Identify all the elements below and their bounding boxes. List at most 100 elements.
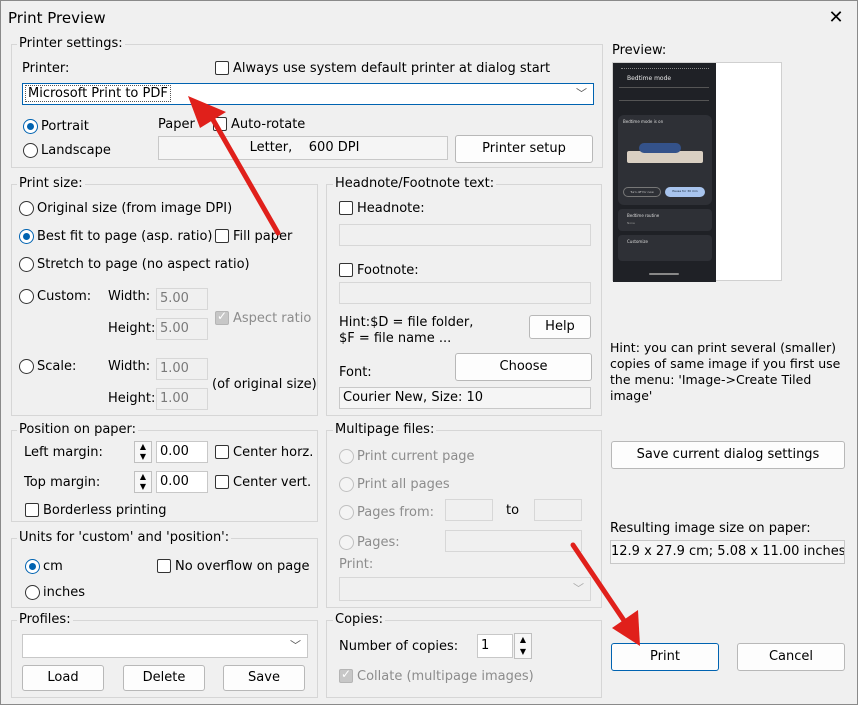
phone-nav-bar (649, 273, 679, 275)
borderless-label: Borderless printing (43, 503, 167, 518)
custom-height-label: Height: (108, 321, 156, 336)
top-margin-label: Top margin: (24, 475, 101, 490)
chevron-down-icon: ﹀ (290, 639, 301, 652)
fill-paper-label: Fill paper (233, 229, 293, 244)
footnote-checkbox[interactable] (339, 263, 353, 277)
scale-width-input[interactable]: 1.00 (156, 358, 208, 380)
top-margin-input[interactable]: 0.00 (156, 471, 208, 493)
to-label: to (506, 503, 520, 518)
help-button[interactable]: Help (529, 315, 591, 339)
window-title: Print Preview (8, 9, 106, 27)
pages-label: Pages: (357, 535, 400, 550)
center-horz-checkbox[interactable] (215, 445, 229, 459)
borderless-checkbox[interactable] (25, 503, 39, 517)
position-label: Position on paper: (17, 422, 139, 437)
pages-from-label: Pages from: (357, 505, 435, 520)
headnote-input[interactable] (339, 224, 591, 246)
no-overflow-label: No overflow on page (175, 559, 310, 574)
center-vert-checkbox[interactable] (215, 475, 229, 489)
cm-radio[interactable] (25, 559, 40, 574)
hint-line-1: Hint:$D = file folder, (339, 315, 474, 330)
phone-desc (619, 87, 709, 101)
paper-info-field: Letter, 600 DPI (158, 136, 448, 160)
choose-font-button[interactable]: Choose (455, 353, 592, 381)
custom-label: Custom: (37, 289, 92, 304)
profiles-select[interactable]: ﹀ (22, 634, 308, 658)
cm-label: cm (43, 559, 63, 574)
close-icon[interactable]: ✕ (822, 4, 850, 32)
chevron-down-icon: ﹀ (576, 87, 587, 100)
headnote-group-label: Headnote/Footnote text: (333, 176, 497, 191)
profiles-label: Profiles: (17, 612, 73, 627)
delete-button[interactable]: Delete (123, 665, 205, 691)
auto-rotate-checkbox[interactable] (213, 117, 227, 131)
of-original-label: (of original size) (212, 377, 317, 392)
original-size-radio[interactable] (19, 201, 34, 216)
printer-settings-label: Printer settings: (17, 36, 125, 51)
aspect-ratio-checkbox[interactable] (215, 309, 229, 325)
center-vert-label: Center vert. (233, 475, 312, 490)
landscape-label: Landscape (41, 143, 111, 158)
preview-hint: Hint: you can print several (smaller) co… (610, 340, 841, 403)
landscape-radio[interactable] (23, 143, 38, 158)
pages-radio[interactable] (339, 535, 354, 550)
printer-label: Printer: (22, 61, 70, 76)
top-margin-stepper[interactable]: ▲ ▼ (134, 471, 152, 493)
hint-line-2: $F = file name ... (339, 331, 452, 346)
pages-to-input[interactable] (534, 499, 582, 521)
collate-checkbox[interactable] (339, 667, 353, 683)
custom-width-input[interactable]: 5.00 (156, 288, 208, 310)
number-of-copies-input[interactable]: 1 (477, 634, 513, 658)
left-margin-input[interactable]: 0.00 (156, 441, 208, 463)
printer-select[interactable]: Microsoft Print to PDF ﹀ (22, 83, 594, 105)
collate-label: Collate (multipage images) (357, 669, 534, 684)
stretch-radio[interactable] (19, 257, 34, 272)
save-profile-button[interactable]: Save (223, 665, 305, 691)
scale-width-label: Width: (108, 359, 151, 374)
print-button[interactable]: Print (611, 643, 719, 671)
print-all-radio[interactable] (339, 477, 354, 492)
phone-title: Bedtime mode (627, 75, 672, 82)
copies-stepper[interactable]: ▲ ▼ (514, 633, 532, 659)
result-size-value: 12.9 x 27.9 cm; 5.08 x 11.00 inches (610, 540, 845, 564)
scale-height-label: Height: (108, 391, 156, 406)
inches-radio[interactable] (25, 585, 40, 600)
preview-image: Bedtime mode Bedtime mode is on Turn off… (613, 63, 716, 282)
phone-status-bar (621, 68, 709, 72)
pages-from-radio[interactable] (339, 505, 354, 520)
fill-paper-checkbox[interactable] (215, 229, 229, 243)
multipage-label: Multipage files: (333, 422, 437, 437)
units-label: Units for 'custom' and 'position': (17, 530, 232, 545)
phone-status: Bedtime mode is on (623, 119, 664, 124)
no-overflow-checkbox[interactable] (157, 559, 171, 573)
print-select-label: Print: (339, 557, 374, 572)
paper-label: Paper (158, 117, 195, 132)
scale-height-input[interactable]: 1.00 (156, 388, 208, 410)
copies-group (326, 620, 602, 698)
left-margin-stepper[interactable]: ▲ ▼ (134, 441, 152, 463)
pages-from-input[interactable] (445, 499, 493, 521)
printer-select-value: Microsoft Print to PDF (25, 85, 171, 102)
number-of-copies-label: Number of copies: (339, 639, 459, 654)
always-default-checkbox[interactable] (215, 61, 229, 75)
left-margin-label: Left margin: (24, 445, 103, 460)
custom-radio[interactable] (19, 289, 34, 304)
footnote-input[interactable] (339, 282, 591, 304)
headnote-checkbox[interactable] (339, 201, 353, 215)
original-size-label: Original size (from image DPI) (37, 201, 233, 216)
scale-radio[interactable] (19, 359, 34, 374)
print-size-label: Print size: (17, 176, 85, 191)
custom-height-input[interactable]: 5.00 (156, 318, 208, 340)
print-select[interactable]: ﹀ (339, 577, 591, 601)
printer-setup-button[interactable]: Printer setup (455, 135, 593, 163)
chevron-down-icon: ﹀ (573, 582, 584, 595)
load-button[interactable]: Load (22, 665, 104, 691)
center-horz-label: Center horz. (233, 445, 314, 460)
print-current-radio[interactable] (339, 449, 354, 464)
portrait-radio[interactable] (23, 119, 38, 134)
auto-rotate-label: Auto-rotate (231, 117, 306, 132)
save-settings-button[interactable]: Save current dialog settings (611, 441, 845, 469)
cancel-button[interactable]: Cancel (737, 643, 845, 671)
best-fit-radio[interactable] (19, 229, 34, 244)
pages-input[interactable] (445, 530, 582, 552)
